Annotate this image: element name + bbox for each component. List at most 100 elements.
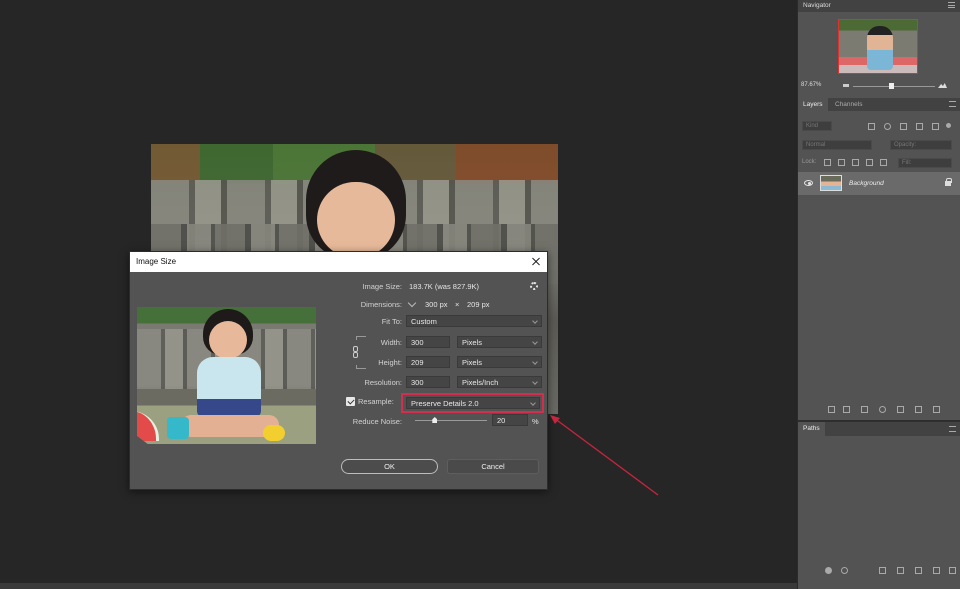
paths-bottom-toolbar (823, 566, 958, 576)
paths-menu-icon[interactable] (949, 426, 956, 432)
layer-name[interactable]: Background (849, 180, 884, 187)
delete-path-icon[interactable] (949, 567, 956, 574)
image-size-label: Image Size: (362, 282, 402, 291)
zoom-out-icon[interactable] (843, 84, 849, 87)
width-unit-select[interactable]: Pixels (457, 336, 542, 348)
image-size-dialog: Image Size Image Size: 183.7K (was 827.9… (129, 251, 548, 490)
status-bar (0, 583, 797, 589)
layer-filter-row: Kind (802, 121, 956, 132)
preview-yellow-toy (263, 425, 285, 441)
layers-tab-bar: Layers Channels (798, 98, 960, 111)
dimensions-times: × (455, 300, 460, 309)
resolution-unit-value: Pixels/Inch (462, 378, 499, 387)
lock-transparent-icon[interactable] (824, 159, 831, 166)
filter-smart-object-icon[interactable] (932, 123, 939, 130)
new-path-icon[interactable] (933, 567, 940, 574)
dialog-title-bar[interactable]: Image Size (130, 252, 547, 272)
dialog-title: Image Size (136, 257, 177, 266)
navigator-thumbnail[interactable] (838, 19, 918, 74)
image-size-value: 183.7K (was 827.9K) (409, 282, 480, 291)
adjustment-layer-icon[interactable] (879, 406, 886, 413)
navigator-title-bar: Navigator (798, 0, 960, 12)
stroke-path-icon[interactable] (841, 567, 848, 574)
resolution-unit-select[interactable]: Pixels/Inch (457, 376, 542, 388)
fill-path-icon[interactable] (825, 567, 832, 574)
zoom-in-icon[interactable] (938, 83, 947, 88)
blend-mode-select[interactable]: Normal (802, 140, 872, 150)
fill-field[interactable]: Fill: (898, 158, 952, 168)
ok-button[interactable]: OK (341, 459, 438, 474)
cancel-button[interactable]: Cancel (447, 459, 539, 474)
layer-lock-icon (945, 178, 952, 186)
zoom-slider-track[interactable] (853, 86, 935, 87)
lock-label: Lock: (802, 159, 817, 165)
reduce-noise-slider-track[interactable] (415, 420, 487, 421)
preview-baby-body (197, 357, 261, 417)
dimensions-height: 209 px (467, 300, 490, 309)
dimensions-label: Dimensions: (360, 300, 402, 309)
blend-row: Normal Opacity: (802, 140, 956, 151)
opacity-field[interactable]: Opacity: (890, 140, 952, 150)
filter-adjustment-icon[interactable] (884, 123, 891, 130)
reduce-noise-slider-handle[interactable] (432, 417, 438, 423)
width-unit-value: Pixels (462, 338, 483, 347)
height-unit-select[interactable]: Pixels (457, 356, 542, 368)
image-preview[interactable] (137, 307, 316, 444)
fit-to-select[interactable]: Custom (406, 315, 542, 327)
add-mask-path-icon[interactable] (915, 567, 922, 574)
chevron-down-icon (532, 359, 538, 365)
layers-bottom-toolbar (823, 405, 958, 415)
photo-baby-face (317, 182, 395, 258)
filter-type-icon[interactable] (900, 123, 907, 130)
panel-menu-icon[interactable] (948, 2, 955, 8)
visibility-eye-icon[interactable] (804, 180, 813, 186)
load-selection-icon[interactable] (879, 567, 886, 574)
resolution-input[interactable]: 300 (406, 376, 450, 388)
zoom-level[interactable]: 87.67% (801, 82, 821, 88)
dimensions-width: 300 px (425, 300, 448, 309)
arrow-head (550, 415, 560, 424)
tab-channels[interactable]: Channels (830, 98, 867, 111)
add-mask-icon[interactable] (861, 406, 868, 413)
zoom-slider-handle[interactable] (889, 83, 894, 89)
tab-layers[interactable]: Layers (798, 98, 828, 111)
tab-paths[interactable]: Paths (798, 422, 825, 436)
lock-image-icon[interactable] (838, 159, 845, 166)
reduce-noise-label: Reduce Noise: (352, 417, 402, 426)
resample-highlight-box (401, 393, 544, 413)
filter-pixel-icon[interactable] (868, 123, 875, 130)
layer-thumbnail[interactable] (820, 175, 842, 191)
layer-row-background[interactable]: Background (798, 172, 960, 195)
link-layers-icon[interactable] (828, 406, 835, 413)
delete-layer-icon[interactable] (933, 406, 940, 413)
lock-artboard-icon[interactable] (866, 159, 873, 166)
filter-shape-icon[interactable] (916, 123, 923, 130)
height-label: Height: (378, 358, 402, 367)
layer-kind-filter[interactable]: Kind (802, 121, 832, 131)
navigator-title: Navigator (803, 2, 831, 9)
resample-checkbox[interactable] (346, 397, 355, 406)
reduce-noise-input[interactable]: 20 (492, 414, 528, 426)
navigator-thumb-baby (867, 26, 893, 70)
lock-position-icon[interactable] (852, 159, 859, 166)
navigator-zoom-row: 87.67% (801, 82, 959, 92)
gear-icon[interactable] (530, 282, 538, 290)
lock-all-icon[interactable] (880, 159, 887, 166)
close-icon[interactable] (530, 255, 542, 267)
chevron-down-icon (532, 339, 538, 345)
filter-toggle-icon[interactable] (946, 123, 951, 128)
layers-menu-icon[interactable] (949, 101, 956, 107)
arrow-line (553, 417, 659, 496)
preview-watermelon (137, 411, 159, 441)
preview-baby-face (209, 321, 247, 359)
dimensions-unit-chevron-icon[interactable] (407, 298, 417, 308)
layer-style-icon[interactable] (843, 406, 850, 413)
right-panel: Navigator 87.67% Layers Channels Kind No… (797, 0, 960, 589)
paths-tab-bar: Paths (798, 422, 960, 436)
fit-to-label: Fit To: (381, 317, 402, 326)
width-input[interactable]: 300 (406, 336, 450, 348)
height-input[interactable]: 209 (406, 356, 450, 368)
make-path-icon[interactable] (897, 567, 904, 574)
new-group-icon[interactable] (897, 406, 904, 413)
new-layer-icon[interactable] (915, 406, 922, 413)
